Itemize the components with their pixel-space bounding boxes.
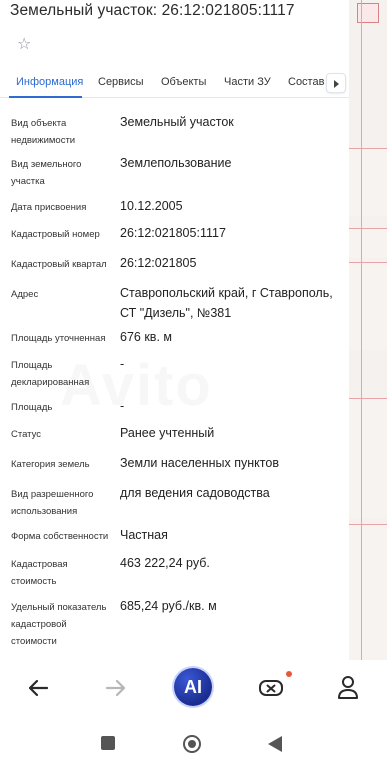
detail-value: - bbox=[120, 399, 125, 413]
detail-label: Вид земельного участка bbox=[11, 159, 82, 187]
detail-label: Площадь уточненная bbox=[11, 333, 106, 344]
detail-label: Категория земель bbox=[11, 459, 90, 470]
detail-value: для ведения садоводства bbox=[120, 486, 270, 500]
map-parcel[interactable] bbox=[349, 228, 387, 258]
arrow-right-icon[interactable] bbox=[98, 670, 134, 706]
map-view[interactable] bbox=[349, 0, 387, 660]
detail-label: Кадастровая стоимость bbox=[11, 559, 68, 587]
tab-services[interactable]: Сервисы bbox=[98, 76, 144, 88]
detail-label: Кадастровый квартал bbox=[11, 259, 107, 270]
notification-dot bbox=[286, 671, 292, 677]
map-parcel[interactable] bbox=[349, 148, 387, 216]
detail-value: 26:12:021805:1117 bbox=[120, 226, 226, 240]
detail-label: Адрес bbox=[11, 289, 39, 300]
home-circle-icon[interactable] bbox=[183, 735, 201, 753]
detail-label: Дата присвоения bbox=[11, 202, 87, 213]
recents-square-icon[interactable] bbox=[101, 736, 115, 750]
system-nav-bar bbox=[0, 718, 387, 768]
star-outline-icon[interactable]: ☆ bbox=[17, 37, 31, 53]
detail-value: Землепользование bbox=[120, 156, 232, 170]
detail-value: Ставропольский край, г Ставрополь, СТ "Д… bbox=[120, 286, 333, 320]
detail-value: Земли населенных пунктов bbox=[120, 456, 279, 470]
detail-label: Площадь bbox=[11, 402, 53, 413]
page-title: Земельный участок: 26:12:021805:1117 bbox=[10, 2, 295, 19]
detail-label: Статус bbox=[11, 429, 42, 440]
detail-value: 10.12.2005 bbox=[120, 199, 183, 213]
detail-label: Удельный показатель кадастровой стоимост… bbox=[11, 602, 107, 647]
ai-assistant-icon[interactable]: AI bbox=[174, 668, 212, 706]
tab-bar: Информация Сервисы Объекты Части ЗУ Сост… bbox=[0, 70, 349, 98]
map-parcel[interactable] bbox=[349, 262, 387, 350]
chevron-right-icon[interactable] bbox=[326, 73, 346, 93]
detail-value: Земельный участок bbox=[120, 115, 234, 129]
detail-value: 26:12:021805 bbox=[120, 256, 197, 270]
map-parcel[interactable] bbox=[349, 524, 387, 660]
detail-value: 676 кв. м bbox=[120, 330, 172, 344]
detail-value: Ранее учтенный bbox=[120, 426, 215, 440]
back-triangle-icon[interactable] bbox=[268, 736, 282, 752]
detail-label: Вид объекта недвижимости bbox=[11, 118, 76, 146]
detail-label: Вид разрешенного использования bbox=[11, 489, 94, 517]
detail-value: 463 222,24 руб. bbox=[120, 556, 210, 570]
gamepad-icon[interactable] bbox=[253, 670, 289, 706]
map-parcel[interactable] bbox=[349, 398, 387, 518]
tab-objects[interactable]: Объекты bbox=[161, 76, 206, 88]
detail-label: Форма собственности bbox=[11, 531, 109, 542]
detail-value: - bbox=[120, 357, 125, 371]
bottom-nav-bar: AI bbox=[0, 660, 387, 718]
detail-value: Частная bbox=[120, 528, 168, 542]
map-boundary-line bbox=[361, 0, 362, 660]
detail-label: Площадь декларированная bbox=[11, 360, 90, 388]
tab-info[interactable]: Информация bbox=[16, 76, 83, 88]
active-tab-indicator bbox=[9, 96, 82, 98]
info-panel: Земельный участок: 26:12:021805:1117 ☆ И… bbox=[0, 0, 349, 660]
arrow-left-icon[interactable] bbox=[20, 670, 56, 706]
tab-parts[interactable]: Части ЗУ bbox=[224, 76, 271, 88]
profile-icon[interactable] bbox=[330, 670, 366, 706]
detail-value: 685,24 руб./кв. м bbox=[120, 599, 217, 613]
detail-label: Кадастровый номер bbox=[11, 229, 100, 240]
